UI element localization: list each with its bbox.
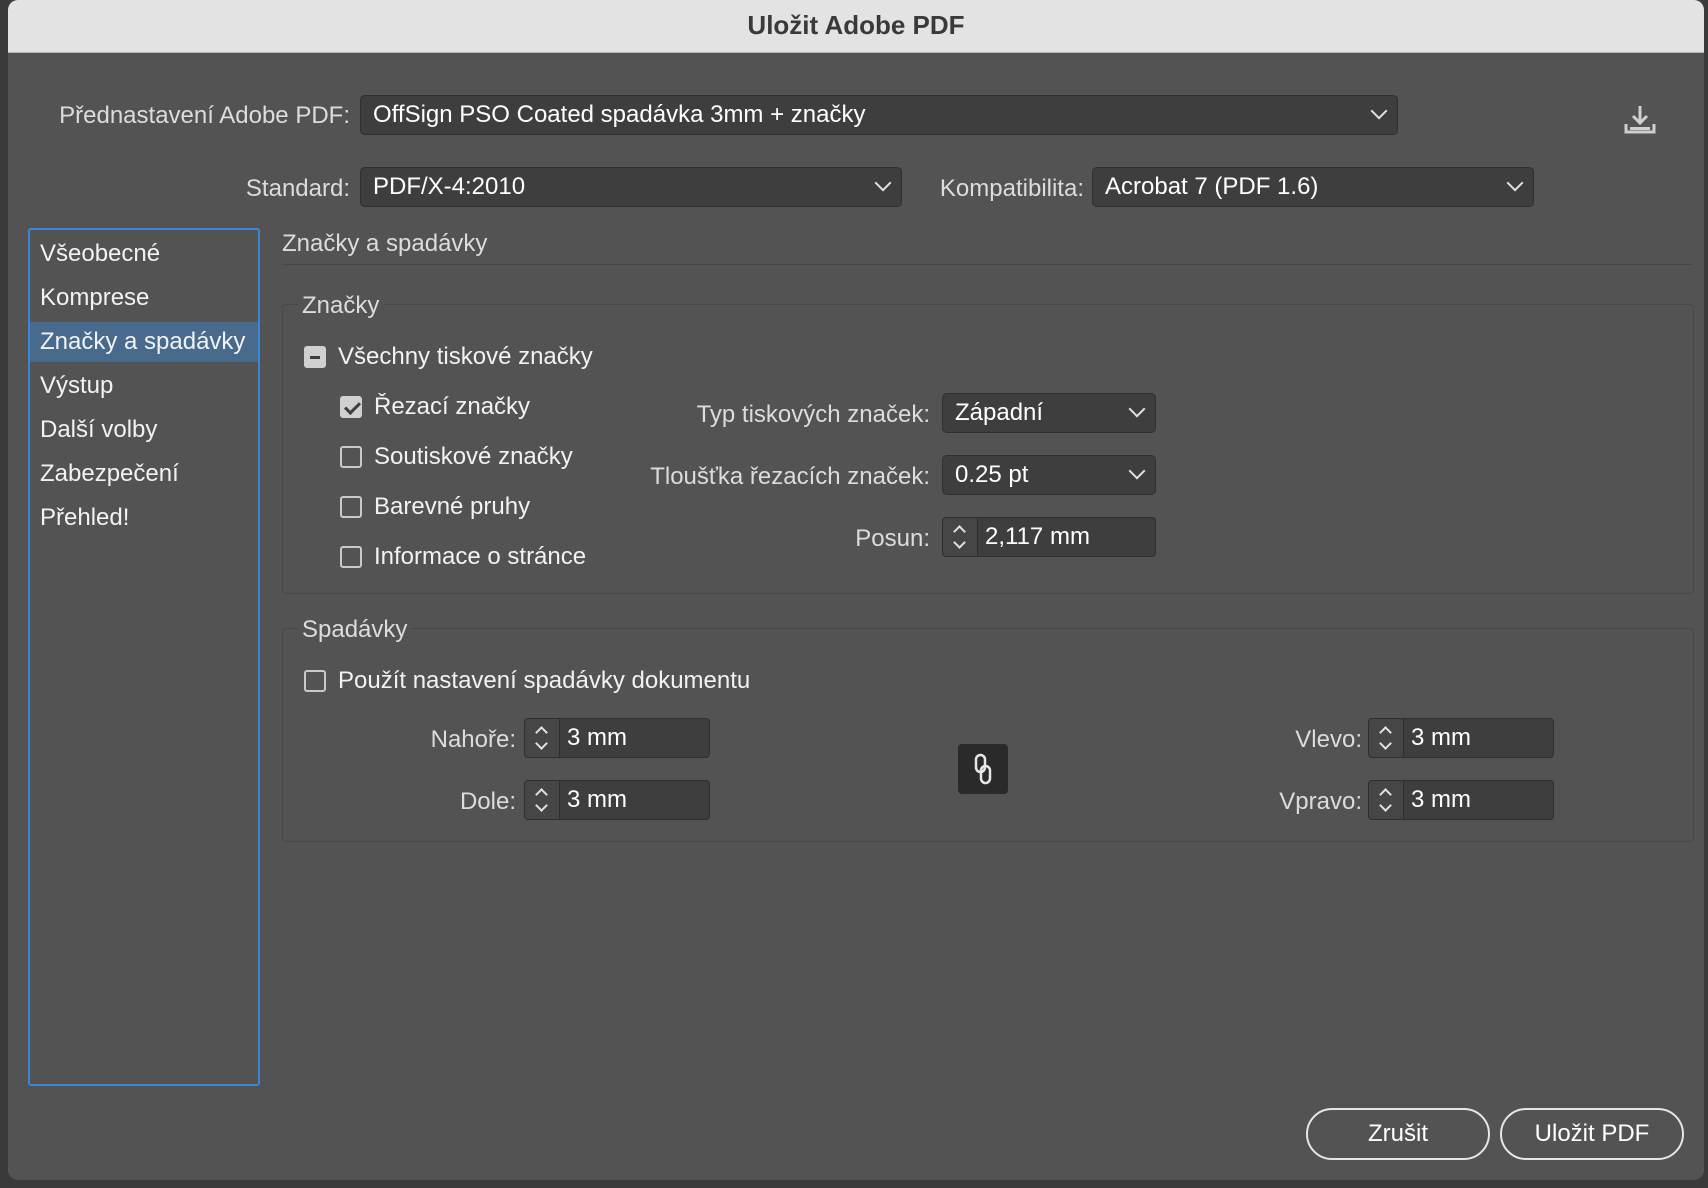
use-document-bleed-label: Použít nastavení spadávky dokumentu bbox=[338, 667, 751, 694]
download-icon[interactable] bbox=[1620, 100, 1660, 140]
registration-marks-label: Soutiskové značky bbox=[374, 443, 573, 470]
registration-marks-checkbox[interactable] bbox=[340, 446, 362, 468]
category-list: Všeobecné Komprese Značky a spadávky Výs… bbox=[28, 228, 260, 1086]
bleed-bottom-value[interactable]: 3 mm bbox=[567, 781, 627, 819]
bleed-top-label: Nahoře: bbox=[430, 726, 516, 753]
chevron-down-icon bbox=[1506, 174, 1524, 192]
stepper-arrows-icon[interactable] bbox=[943, 518, 978, 556]
crop-marks-checkbox[interactable] bbox=[340, 396, 362, 418]
divider bbox=[282, 264, 1692, 265]
bleed-top-stepper[interactable]: 3 mm bbox=[524, 718, 710, 758]
bleeds-group-title: Spadávky bbox=[298, 616, 412, 644]
stepper-arrows-icon[interactable] bbox=[1369, 719, 1404, 757]
page-info-checkbox[interactable] bbox=[340, 546, 362, 568]
sidebar-item-security[interactable]: Zabezpečení bbox=[30, 454, 258, 494]
marks-weight-label: Tloušťka řezacích značek: bbox=[650, 463, 930, 490]
compatibility-select[interactable]: Acrobat 7 (PDF 1.6) bbox=[1092, 167, 1534, 207]
crop-marks-label: Řezací značky bbox=[374, 393, 531, 420]
preset-label: Přednastavení Adobe PDF: bbox=[59, 102, 350, 129]
color-bars-checkbox[interactable] bbox=[340, 496, 362, 518]
chevron-down-icon bbox=[1128, 462, 1146, 480]
bleed-bottom-label: Dole: bbox=[459, 788, 516, 815]
offset-stepper[interactable]: 2,117 mm bbox=[942, 517, 1156, 557]
chevron-down-icon bbox=[1370, 102, 1388, 120]
sidebar-item-marks-and-bleeds[interactable]: Značky a spadávky bbox=[30, 322, 258, 362]
offset-label: Posun: bbox=[855, 525, 930, 552]
save-pdf-dialog: Uložit Adobe PDF Přednastavení Adobe PDF… bbox=[8, 0, 1704, 1180]
sidebar-item-compression[interactable]: Komprese bbox=[30, 278, 258, 318]
marks-type-value: Západní bbox=[955, 399, 1044, 426]
standard-value: PDF/X-4:2010 bbox=[373, 173, 526, 200]
sidebar-item-general[interactable]: Všeobecné bbox=[30, 234, 258, 274]
bleed-top-value[interactable]: 3 mm bbox=[567, 719, 627, 757]
section-title: Značky a spadávky bbox=[282, 230, 488, 257]
marks-type-label: Typ tiskových značek: bbox=[696, 401, 930, 428]
compatibility-value: Acrobat 7 (PDF 1.6) bbox=[1105, 173, 1319, 200]
link-icon[interactable] bbox=[958, 744, 1008, 794]
marks-weight-select[interactable]: 0.25 pt bbox=[942, 455, 1156, 495]
stepper-arrows-icon[interactable] bbox=[1369, 781, 1404, 819]
compatibility-label: Kompatibilita: bbox=[939, 175, 1084, 202]
all-marks-label: Všechny tiskové značky bbox=[338, 343, 593, 370]
bleed-bottom-stepper[interactable]: 3 mm bbox=[524, 780, 710, 820]
sidebar-item-advanced[interactable]: Další volby bbox=[30, 410, 258, 450]
color-bars-label: Barevné pruhy bbox=[374, 493, 531, 520]
standard-label: Standard: bbox=[245, 175, 350, 202]
all-marks-checkbox[interactable] bbox=[304, 346, 326, 368]
bleed-left-stepper[interactable]: 3 mm bbox=[1368, 718, 1554, 758]
bleed-right-label: Vpravo: bbox=[1279, 788, 1362, 815]
preset-value: OffSign PSO Coated spadávka 3mm + značky bbox=[373, 101, 866, 128]
window-title: Uložit Adobe PDF bbox=[8, 0, 1704, 53]
bleed-right-value[interactable]: 3 mm bbox=[1411, 781, 1471, 819]
marks-weight-value: 0.25 pt bbox=[955, 461, 1029, 488]
offset-value[interactable]: 2,117 mm bbox=[985, 518, 1090, 556]
stepper-arrows-icon[interactable] bbox=[525, 781, 560, 819]
marks-group-title: Značky bbox=[298, 292, 384, 320]
sidebar-item-summary[interactable]: Přehled! bbox=[30, 498, 258, 538]
bleed-left-value[interactable]: 3 mm bbox=[1411, 719, 1471, 757]
bleed-left-label: Vlevo: bbox=[1295, 726, 1362, 753]
chevron-down-icon bbox=[874, 174, 892, 192]
use-document-bleed-checkbox[interactable] bbox=[304, 670, 326, 692]
bleed-right-stepper[interactable]: 3 mm bbox=[1368, 780, 1554, 820]
standard-select[interactable]: PDF/X-4:2010 bbox=[360, 167, 902, 207]
chevron-down-icon bbox=[1128, 400, 1146, 418]
preset-select[interactable]: OffSign PSO Coated spadávka 3mm + značky bbox=[360, 95, 1398, 135]
page-info-label: Informace o stránce bbox=[374, 543, 587, 570]
cancel-button[interactable]: Zrušit bbox=[1306, 1108, 1490, 1160]
sidebar-item-output[interactable]: Výstup bbox=[30, 366, 258, 406]
marks-type-select[interactable]: Západní bbox=[942, 393, 1156, 433]
save-pdf-button[interactable]: Uložit PDF bbox=[1500, 1108, 1684, 1160]
stepper-arrows-icon[interactable] bbox=[525, 719, 560, 757]
